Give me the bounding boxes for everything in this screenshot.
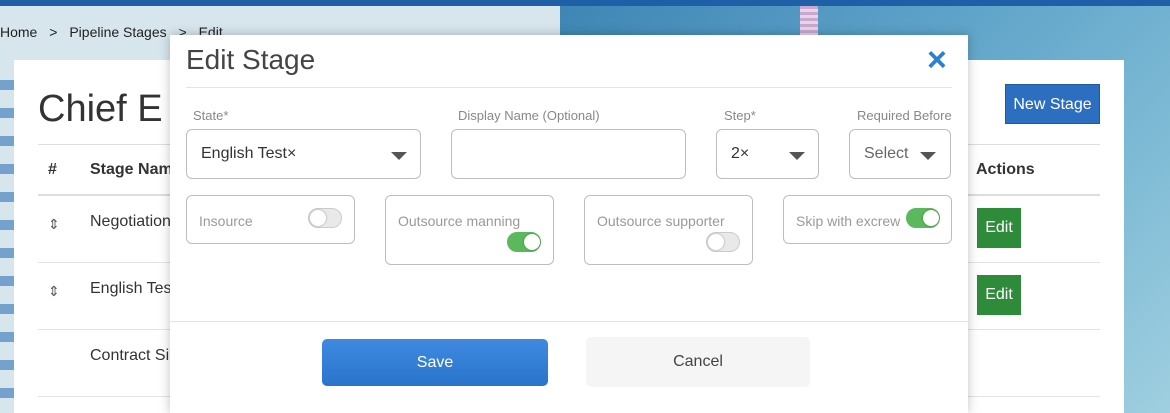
edit-button[interactable]: Edit xyxy=(977,275,1021,315)
insource-label: Insource xyxy=(199,213,253,229)
step-value: 2× xyxy=(731,145,750,162)
stage-name: English Tes xyxy=(90,280,172,297)
insource-toggle[interactable] xyxy=(308,208,342,228)
column-header-hash: # xyxy=(48,161,57,178)
breadcrumb-home[interactable]: Home xyxy=(0,24,37,40)
required-before-label: Required Before xyxy=(857,108,952,123)
background-decoration xyxy=(0,80,14,410)
modal-title: Edit Stage xyxy=(186,44,316,75)
skip-with-excrew-box: Skip with excrew xyxy=(783,195,952,244)
column-header-stage-name: Stage Nam xyxy=(90,161,173,178)
insource-box: Insource xyxy=(186,195,355,244)
cancel-button[interactable]: Cancel xyxy=(586,337,810,387)
chevron-down-icon xyxy=(789,152,805,160)
divider xyxy=(186,87,952,88)
outsource-manning-box: Outsource manning xyxy=(385,195,554,265)
state-value: English Test× xyxy=(201,145,297,162)
page-title: Chief E xyxy=(38,88,163,130)
step-label: Step* xyxy=(724,108,756,123)
new-stage-button[interactable]: New Stage xyxy=(1005,84,1100,124)
column-header-actions: Actions xyxy=(976,161,1035,178)
state-select[interactable]: English Test× xyxy=(186,129,421,179)
state-label: State* xyxy=(193,108,229,123)
edit-button[interactable]: Edit xyxy=(977,208,1021,248)
outsource-supporter-box: Outsource supporter xyxy=(584,195,753,265)
outsource-supporter-label: Outsource supporter xyxy=(597,213,725,229)
drag-handle-icon[interactable]: ⇕ xyxy=(48,216,60,233)
skip-with-excrew-toggle[interactable] xyxy=(906,208,940,228)
breadcrumb-pipeline-stages[interactable]: Pipeline Stages xyxy=(69,24,166,40)
outsource-manning-toggle[interactable] xyxy=(507,232,541,252)
skip-with-excrew-label: Skip with excrew xyxy=(796,213,901,229)
outsource-supporter-toggle[interactable] xyxy=(706,232,740,252)
divider xyxy=(170,321,968,322)
drag-handle-icon[interactable]: ⇕ xyxy=(48,283,60,300)
stage-name: Contract Si xyxy=(90,347,170,364)
stage-name: Negotiation xyxy=(90,213,171,230)
chevron-down-icon xyxy=(391,152,407,160)
outsource-manning-label: Outsource manning xyxy=(398,213,521,229)
required-before-value: Select xyxy=(864,145,909,162)
close-icon[interactable]: × xyxy=(927,43,947,77)
edit-stage-modal: Edit Stage × State* English Test× Displa… xyxy=(170,35,968,413)
required-before-select[interactable]: Select xyxy=(849,129,951,179)
step-select[interactable]: 2× xyxy=(716,129,819,179)
display-name-input[interactable] xyxy=(451,129,686,179)
save-button[interactable]: Save xyxy=(322,339,548,386)
display-name-label: Display Name (Optional) xyxy=(458,108,600,123)
chevron-down-icon xyxy=(920,152,936,160)
breadcrumb-separator: > xyxy=(49,24,58,40)
